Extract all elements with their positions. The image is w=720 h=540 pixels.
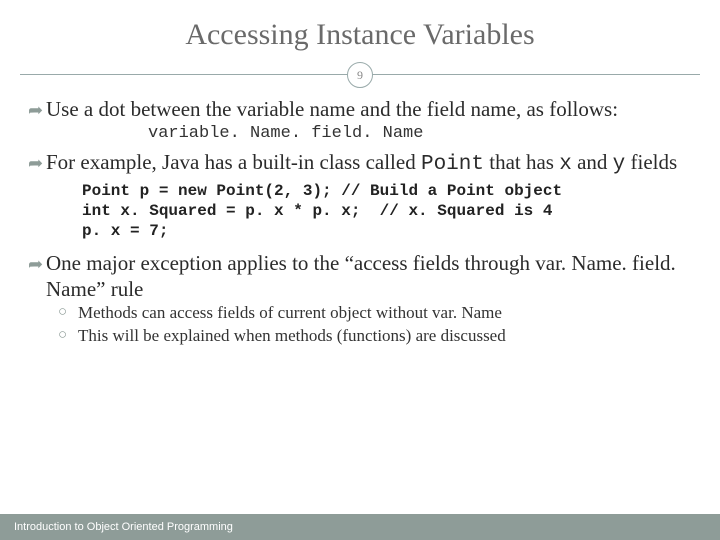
bullet-text: Use a dot between the variable name and … [46, 96, 692, 122]
code-snippet: variable. Name. field. Name [148, 124, 692, 143]
bullet-icon: ➦ [28, 250, 46, 276]
bullet-text: For example, Java has a built-in class c… [46, 149, 692, 178]
bullet-item: ➦One major exception applies to the “acc… [28, 250, 692, 303]
sub-bullet-text: This will be explained when methods (fun… [78, 325, 506, 347]
bullet-item: ➦For example, Java has a built-in class … [28, 149, 692, 178]
bullet-item: ➦Use a dot between the variable name and… [28, 96, 692, 122]
slide: Accessing Instance Variables 9 ➦Use a do… [0, 0, 720, 540]
sub-bullet-icon: ○ [58, 325, 78, 345]
bullet-text: One major exception applies to the “acce… [46, 250, 692, 303]
footer-bar: Introduction to Object Oriented Programm… [0, 514, 720, 540]
page-title: Accessing Instance Variables [0, 0, 720, 60]
content-area: ➦Use a dot between the variable name and… [0, 96, 720, 347]
sub-bullet-icon: ○ [58, 302, 78, 322]
code-block: Point p = new Point(2, 3); // Build a Po… [82, 181, 692, 242]
title-rule: 9 [0, 60, 720, 90]
sub-bullet-text: Methods can access fields of current obj… [78, 302, 502, 324]
bullet-icon: ➦ [28, 96, 46, 122]
sub-bullet: ○This will be explained when methods (fu… [58, 325, 692, 347]
page-number-badge: 9 [347, 62, 373, 88]
sub-bullet: ○Methods can access fields of current ob… [58, 302, 692, 324]
bullet-icon: ➦ [28, 149, 46, 175]
footer-text: Introduction to Object Oriented Programm… [14, 521, 233, 533]
